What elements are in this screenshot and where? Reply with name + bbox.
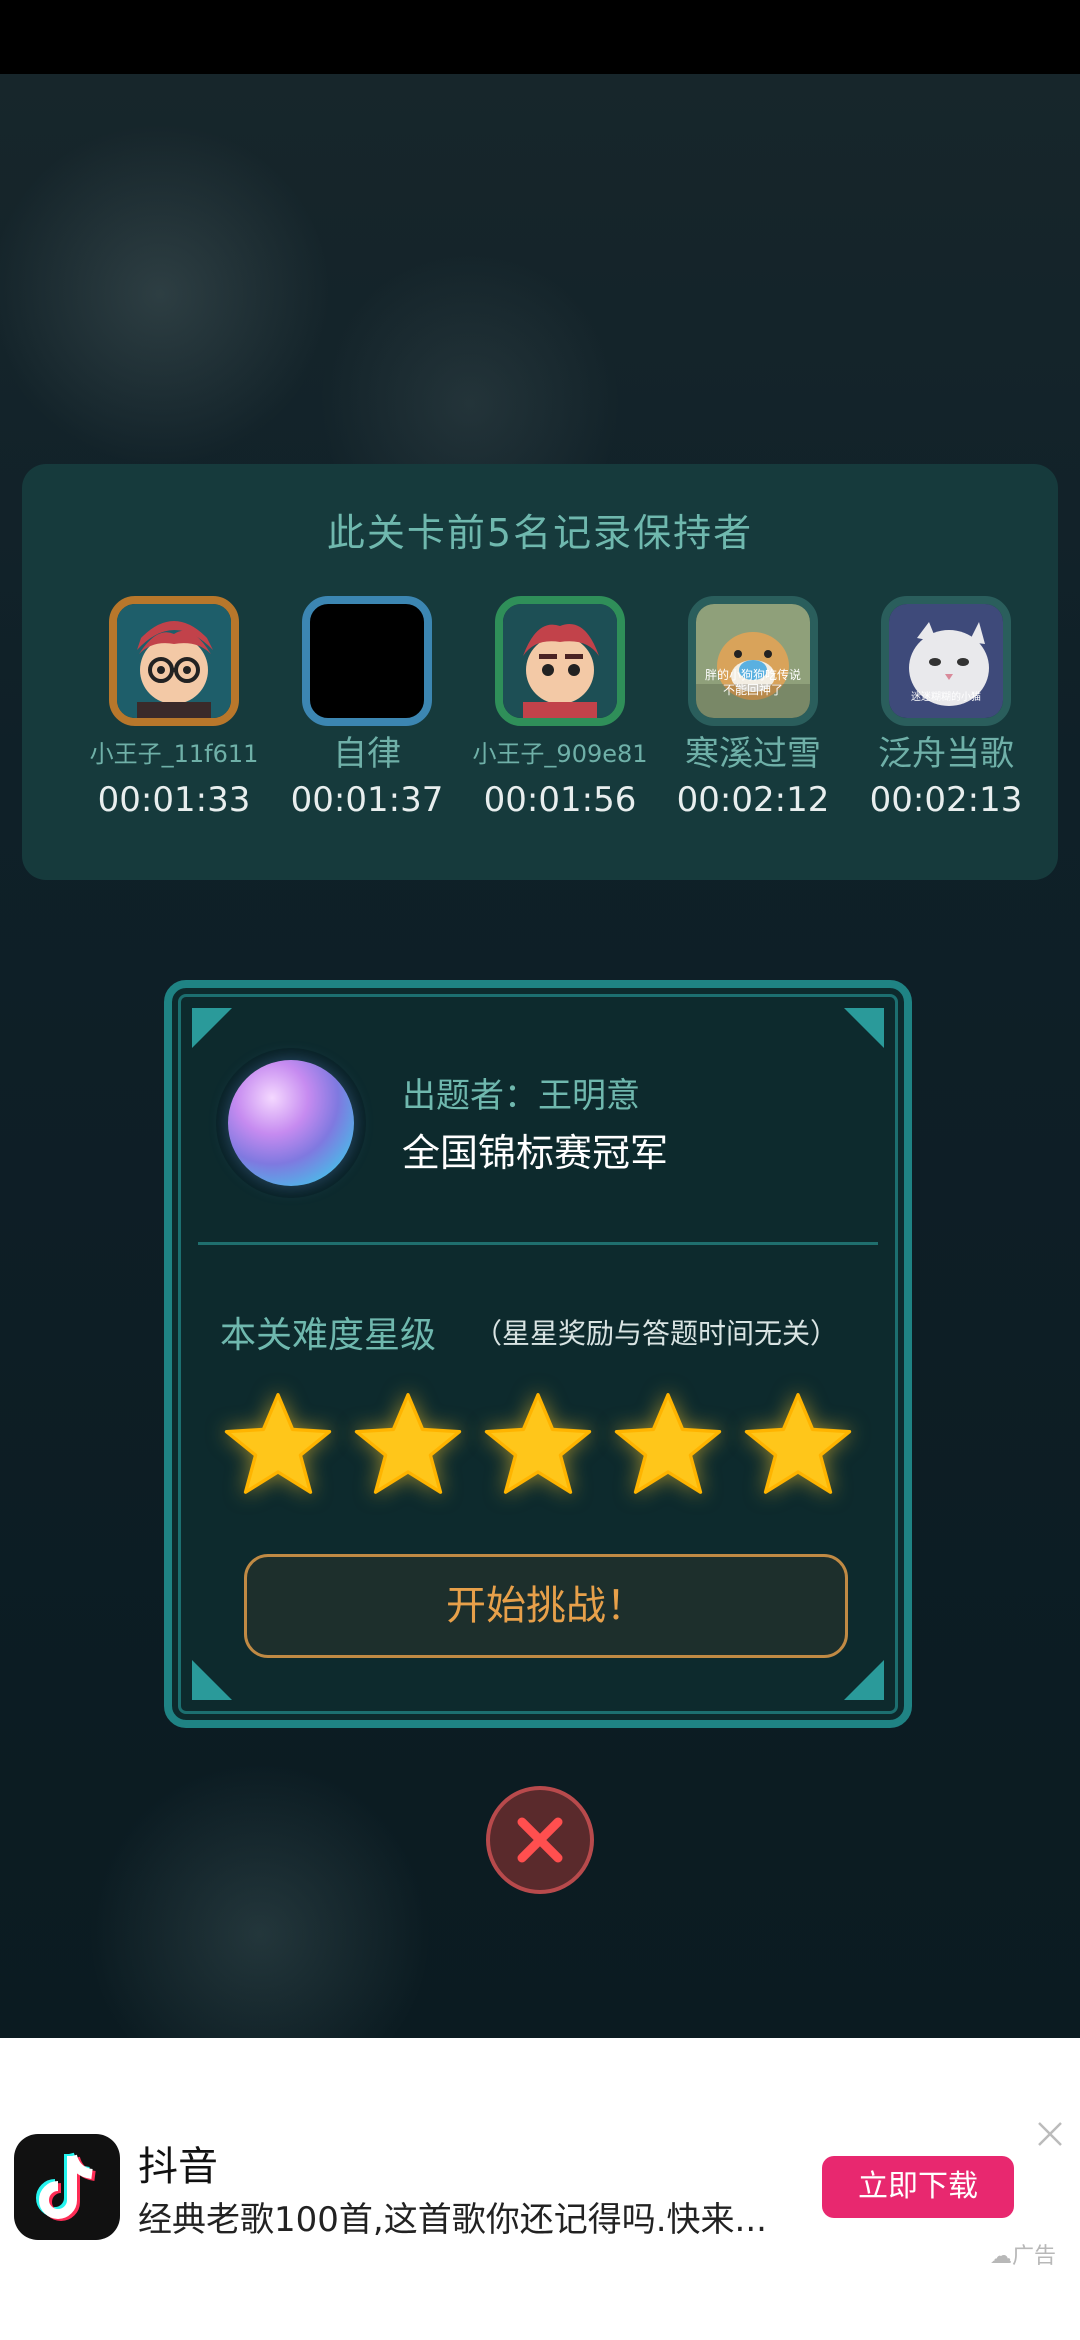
- author-label: 出题者：王明意: [402, 1076, 640, 1116]
- difficulty-stars: [222, 1388, 862, 1508]
- divider: [198, 1242, 878, 1245]
- ad-tag: ☁广告: [990, 2244, 1057, 2269]
- difficulty-label: 本关难度星级: [220, 1315, 437, 1356]
- player-time: 00:01:56: [483, 780, 637, 820]
- player-avatar[interactable]: 迷迷糊糊的小猫: [881, 596, 1011, 726]
- ad-app-name: 抖音: [138, 2144, 218, 2190]
- corner-decoration: [844, 1660, 884, 1700]
- leaderboard-title: 此关卡前5名记录保持者: [326, 511, 754, 555]
- close-button[interactable]: [486, 1786, 594, 1894]
- ad-close-icon[interactable]: [1036, 2120, 1064, 2148]
- player-time: 00:01:37: [290, 780, 444, 820]
- player-avatar[interactable]: 胖的小狗狗吃传说 不能回神了: [688, 596, 818, 726]
- player-time: 00:02:13: [869, 780, 1023, 820]
- star-icon: [354, 1393, 462, 1494]
- player-time: 00:01:33: [97, 780, 251, 820]
- player-name: 小王子_11f611: [89, 740, 259, 768]
- player-avatar[interactable]: [109, 596, 239, 726]
- leaderboard-player-1[interactable]: 小王子_11f611 00:01:33: [79, 596, 269, 820]
- close-icon: [517, 1817, 563, 1863]
- ad-description: 经典老歌100首,这首歌你还记得吗.快来...: [138, 2200, 767, 2240]
- player-avatar[interactable]: [302, 596, 432, 726]
- player-name: 小王子_909e81: [472, 740, 648, 768]
- author-title: 全国锦标赛冠军: [402, 1131, 669, 1175]
- star-icon: [614, 1393, 722, 1494]
- player-time: 00:02:12: [676, 780, 830, 820]
- leaderboard-panel: 此关卡前5名记录保持者 小王子_11f611 00:01:33 自律 00:01…: [22, 464, 1058, 880]
- cloud-icon: ☁: [990, 2244, 1012, 2269]
- corner-decoration: [844, 1008, 884, 1048]
- star-icon: [744, 1393, 852, 1494]
- player-avatar[interactable]: [495, 596, 625, 726]
- leaderboard-player-3[interactable]: 小王子_909e81 00:01:56: [465, 596, 655, 820]
- star-icon: [224, 1393, 332, 1494]
- tiktok-app-icon[interactable]: [14, 2134, 120, 2240]
- star-icon: [484, 1393, 592, 1494]
- avatar-caption: 迷迷糊糊的小猫: [911, 692, 981, 703]
- avatar-caption: 胖的小狗狗吃传说 不能回神了: [704, 668, 801, 697]
- author-avatar: [216, 1048, 366, 1198]
- player-name: 自律: [333, 734, 401, 774]
- download-button[interactable]: 立即下载: [822, 2156, 1014, 2218]
- difficulty-note: （星星奖励与答题时间无关）: [474, 1317, 839, 1350]
- status-bar: [0, 0, 1080, 74]
- leaderboard-player-2[interactable]: 自律 00:01:37: [272, 596, 462, 820]
- player-name: 寒溪过雪: [685, 734, 821, 774]
- leaderboard-player-5[interactable]: 迷迷糊糊的小猫 泛舟当歌 00:02:13: [851, 596, 1041, 820]
- corner-decoration: [192, 1660, 232, 1700]
- ad-banner[interactable]: 抖音 经典老歌100首,这首歌你还记得吗.快来... 立即下载 ☁广告: [0, 2038, 1080, 2340]
- leaderboard-player-4[interactable]: 胖的小狗狗吃传说 不能回神了 寒溪过雪 00:02:12: [658, 596, 848, 820]
- player-name: 泛舟当歌: [878, 734, 1014, 774]
- planet-orb-icon: [228, 1060, 354, 1186]
- challenge-card: 出题者：王明意 全国锦标赛冠军 本关难度星级 （星星奖励与答题时间无关） 开始挑…: [164, 980, 912, 1728]
- start-challenge-button[interactable]: 开始挑战！: [244, 1554, 848, 1658]
- corner-decoration: [192, 1008, 232, 1048]
